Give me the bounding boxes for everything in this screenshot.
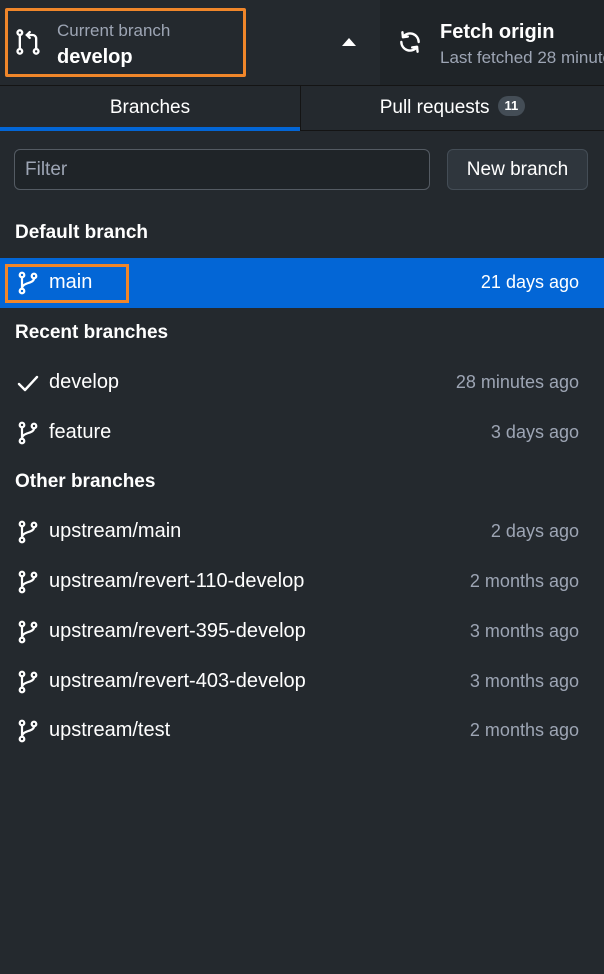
branch-row-feature[interactable]: feature 3 days ago bbox=[0, 408, 604, 458]
branch-time: 3 months ago bbox=[469, 621, 579, 641]
current-branch-name: develop bbox=[57, 46, 133, 68]
branch-row-upstream-revert-395[interactable]: upstream/revert-395-develop 3 months ago bbox=[0, 607, 604, 657]
fetch-title: Fetch origin bbox=[440, 21, 555, 43]
branch-name: upstream/revert-110-develop bbox=[49, 570, 305, 592]
fetch-origin-button[interactable]: Fetch origin Last fetched 28 minutes ago bbox=[381, 0, 604, 85]
branch-row-develop[interactable]: develop 28 minutes ago bbox=[0, 358, 604, 408]
branch-time: 21 days ago bbox=[480, 272, 579, 292]
tab-pull-requests[interactable]: Pull requests 11 bbox=[301, 86, 604, 130]
branch-icon bbox=[18, 620, 38, 644]
branch-row-upstream-main[interactable]: upstream/main 2 days ago bbox=[0, 507, 604, 557]
check-icon bbox=[17, 375, 39, 392]
branch-icon bbox=[18, 670, 38, 694]
tab-bar: Branches Pull requests 11 bbox=[0, 86, 604, 131]
branch-icon bbox=[18, 719, 38, 743]
new-branch-button[interactable]: New branch bbox=[447, 149, 588, 190]
branch-icon bbox=[18, 421, 38, 445]
branch-icon bbox=[18, 570, 38, 594]
fetch-subtitle: Last fetched 28 minutes ago bbox=[440, 48, 604, 67]
branch-row-upstream-test[interactable]: upstream/test 2 months ago bbox=[0, 706, 604, 756]
branch-name: upstream/test bbox=[49, 719, 171, 741]
branch-name: upstream/revert-395-develop bbox=[49, 620, 306, 642]
branch-row-upstream-revert-403[interactable]: upstream/revert-403-develop 3 months ago bbox=[0, 657, 604, 707]
branch-row-main[interactable]: main 21 days ago bbox=[0, 258, 604, 308]
pull-request-count-badge: 11 bbox=[497, 95, 526, 116]
pull-request-icon bbox=[16, 29, 40, 55]
branch-name: upstream/revert-403-develop bbox=[49, 670, 306, 692]
branch-icon bbox=[18, 271, 38, 295]
branch-name: develop bbox=[49, 371, 120, 393]
toolbar: Current branch develop Fetch origin Last… bbox=[0, 0, 604, 86]
branch-name: main bbox=[49, 271, 93, 293]
filter-input[interactable] bbox=[14, 149, 430, 190]
tab-branches[interactable]: Branches bbox=[0, 86, 300, 131]
branch-time: 2 months ago bbox=[469, 720, 579, 740]
sync-icon bbox=[400, 31, 420, 53]
section-header-recent: Recent branches bbox=[15, 322, 169, 343]
section-header-other: Other branches bbox=[15, 471, 156, 492]
branch-time: 28 minutes ago bbox=[455, 372, 579, 392]
current-branch-button[interactable]: Current branch develop bbox=[0, 0, 380, 85]
branch-time: 2 months ago bbox=[469, 571, 579, 591]
section-header-default: Default branch bbox=[15, 222, 149, 243]
tab-branches-label: Branches bbox=[109, 97, 191, 118]
branch-icon bbox=[18, 520, 38, 544]
branch-name: feature bbox=[49, 421, 112, 443]
tab-pull-requests-label: Pull requests bbox=[379, 97, 490, 118]
branch-row-upstream-revert-110[interactable]: upstream/revert-110-develop 2 months ago bbox=[0, 557, 604, 607]
branch-time: 3 days ago bbox=[490, 422, 579, 442]
branch-name: upstream/main bbox=[49, 520, 182, 542]
branch-time: 3 months ago bbox=[469, 671, 579, 691]
branch-time: 2 days ago bbox=[490, 521, 579, 541]
current-branch-label: Current branch bbox=[57, 21, 171, 40]
caret-up-icon bbox=[342, 38, 356, 46]
